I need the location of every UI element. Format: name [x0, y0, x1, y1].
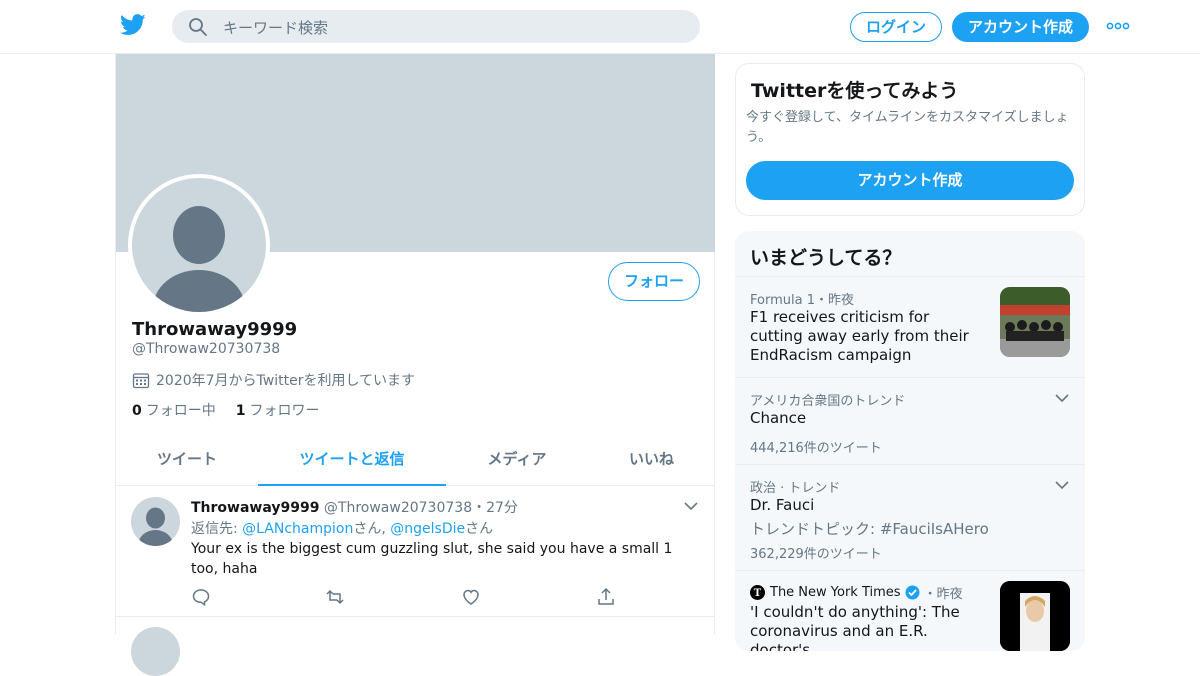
search-box[interactable]: キーワード検索: [172, 10, 700, 43]
trend-thumbnail: [1000, 581, 1070, 651]
reply-icon[interactable]: [191, 587, 211, 607]
login-button[interactable]: ログイン: [850, 12, 942, 42]
signup-card-title: Twitterを使ってみよう: [751, 80, 959, 102]
trend-item[interactable]: 政治 · トレンド Dr. Fauci トレンドトピック: #FauciIsAH…: [735, 464, 1085, 570]
tweet-text: Your ex is the biggest cum guzzling slut…: [191, 541, 673, 577]
tweet[interactable]: Throwaway9999 @Throwaw20730738・27分 返信先: …: [116, 487, 715, 617]
tweet-avatar[interactable]: [131, 627, 180, 676]
trend-thumbnail: [1000, 287, 1070, 357]
tweet-author-handle[interactable]: @Throwaw20730738: [324, 500, 472, 516]
profile-tabs: ツイート ツイートと返信 メディア いいね: [116, 434, 715, 486]
signup-card: Twitterを使ってみよう 今すぐ登録して、タイムラインをカスタマイズしましょ…: [735, 63, 1085, 216]
profile-avatar[interactable]: [128, 174, 270, 316]
trend-headline: Dr. Fauci: [750, 496, 815, 514]
followers-label: フォロワー: [249, 403, 320, 419]
trend-headline: F1 receives criticism for cutting away e…: [750, 308, 969, 364]
chevron-down-icon[interactable]: [684, 501, 698, 511]
follow-button[interactable]: フォロー: [608, 262, 700, 301]
tweet-separator: ・: [472, 500, 487, 516]
retweet-icon[interactable]: [325, 587, 345, 607]
following-label: フォロー中: [145, 403, 216, 419]
chevron-down-icon[interactable]: [1055, 480, 1069, 490]
signup-button[interactable]: アカウント作成: [952, 12, 1089, 42]
following-count: 0: [132, 403, 142, 419]
joined-date: 2020年7月からTwitterを利用しています: [132, 370, 415, 390]
search-placeholder[interactable]: キーワード検索: [223, 17, 328, 38]
svg-text:T: T: [754, 588, 762, 599]
verified-badge-icon: [905, 585, 920, 600]
trends-title: いまどうしてる？: [750, 247, 902, 269]
tweet-avatar[interactable]: [131, 497, 180, 546]
tweet-time[interactable]: 27分: [486, 500, 518, 516]
calendar-icon: [132, 373, 150, 389]
nyt-logo-icon: T: [750, 585, 765, 600]
tab-tweets-and-replies[interactable]: ツイートと返信: [258, 434, 446, 486]
reply-context: 返信先: @LANchampionさん, @ngelsDieさん: [191, 518, 493, 538]
trend-count: 444,216件のツイート: [750, 441, 882, 456]
profile-name: Throwaway9999: [132, 319, 298, 340]
tab-tweets[interactable]: ツイート: [116, 434, 258, 486]
more-dots-icon[interactable]: [1106, 19, 1130, 33]
reply-suffix: さん,: [353, 521, 391, 537]
reply-suffix: さん: [465, 521, 494, 537]
default-avatar-icon: [153, 206, 245, 312]
signup-card-description: 今すぐ登録して、タイムラインをカスタマイズしましょう。: [746, 110, 1069, 145]
share-icon[interactable]: [596, 587, 616, 607]
trend-meta: 政治 · トレンド: [750, 481, 841, 496]
tweet-author-name[interactable]: Throwaway9999: [191, 500, 319, 516]
trend-subtopic: トレンドトピック: #FauciIsAHero: [750, 520, 989, 538]
chevron-down-icon[interactable]: [1055, 393, 1069, 403]
profile-column: フォロー Throwaway9999 @Throwaw20730738 2020…: [115, 54, 715, 676]
follow-stats: 0 フォロー中 1 フォロワー: [132, 400, 340, 420]
twitter-bird-icon[interactable]: [120, 14, 146, 36]
trends-card: いまどうしてる？ Formula 1・昨夜 F1 receives critic…: [735, 231, 1085, 651]
trend-headline: Chance: [750, 409, 807, 427]
tweet-actions: [191, 587, 641, 607]
signup-card-button[interactable]: アカウント作成: [746, 161, 1074, 200]
source-time: ・昨夜: [923, 587, 963, 602]
source-name: The New York Times: [770, 585, 901, 600]
like-icon[interactable]: [461, 587, 481, 607]
trend-item[interactable]: アメリカ合衆国のトレンド Chance 444,216件のツイート: [735, 377, 1085, 464]
followers-count: 1: [235, 403, 246, 419]
tab-likes[interactable]: いいね: [588, 434, 715, 486]
trend-meta: アメリカ合衆国のトレンド: [750, 394, 906, 409]
trend-meta: T The New York Times ・昨夜: [750, 583, 963, 602]
trend-item[interactable]: T The New York Times ・昨夜 'I couldn't do …: [735, 570, 1085, 651]
top-bar: キーワード検索 ログイン アカウント作成: [0, 0, 1200, 54]
trend-item[interactable]: Formula 1・昨夜 F1 receives criticism for c…: [735, 276, 1085, 377]
profile-handle: @Throwaw20730738: [132, 341, 281, 357]
reply-prefix: 返信先:: [191, 521, 243, 537]
reply-user-link[interactable]: @ngelsDie: [390, 521, 465, 537]
trend-meta: Formula 1・昨夜: [750, 293, 854, 308]
trend-count: 362,229件のツイート: [750, 547, 882, 562]
search-icon: [189, 18, 207, 36]
following-stat[interactable]: 0 フォロー中: [132, 400, 216, 420]
reply-user-link[interactable]: @LANchampion: [242, 521, 353, 537]
joined-text: 2020年7月からTwitterを利用しています: [156, 373, 416, 389]
tab-media[interactable]: メディア: [446, 434, 588, 486]
followers-stat[interactable]: 1 フォロワー: [236, 400, 320, 420]
tweet-header: Throwaway9999 @Throwaw20730738・27分: [191, 497, 518, 517]
trend-headline: 'I couldn't do anything': The coronaviru…: [750, 603, 960, 651]
default-avatar-icon: [138, 507, 173, 546]
